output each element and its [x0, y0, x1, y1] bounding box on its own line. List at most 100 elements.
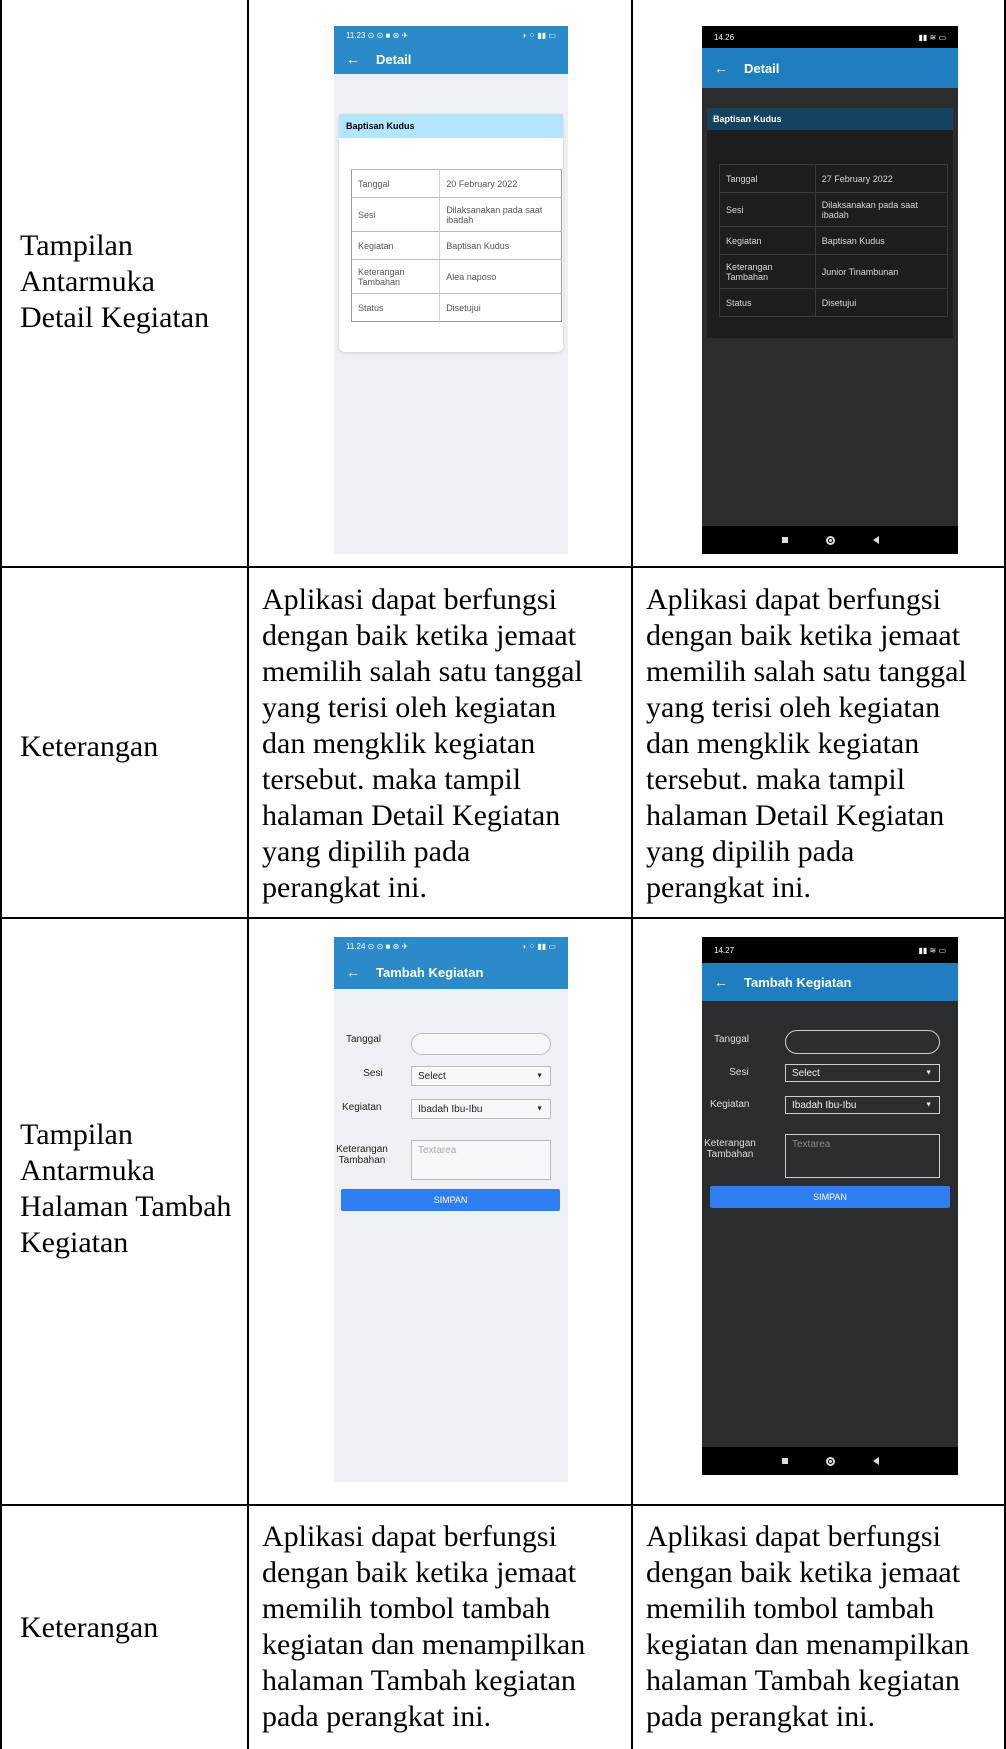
- phone-detail-dark: 14.26 ▮▮ ≋ ▭ ← Detail Baptisan Kudus Tan…: [702, 26, 958, 554]
- detail-table-row: Sesi Dilaksanakan pada saat ibadah: [719, 192, 948, 227]
- detail-value: Junior Tinambunan: [815, 254, 948, 289]
- detail-value: Disetujui: [815, 288, 948, 317]
- detail-table-row: Tanggal 20 February 2022: [351, 169, 562, 198]
- app-bar: ← Detail: [702, 48, 958, 88]
- detail-key: Keterangan Tambahan: [351, 259, 441, 294]
- app-bar-title: Tambah Kegiatan: [376, 964, 484, 980]
- dropdown-caret-icon: ▼: [536, 1072, 543, 1080]
- sesi-select[interactable]: Select ▼: [411, 1066, 551, 1086]
- card-title: Baptisan Kudus: [339, 114, 563, 138]
- app-bar-title: Detail: [376, 51, 412, 67]
- back-arrow-icon[interactable]: ←: [714, 60, 728, 76]
- status-bar: 14.26 ▮▮ ≋ ▭: [702, 26, 958, 48]
- home-icon[interactable]: [825, 1456, 835, 1466]
- phone-form-light: 11.24 ⊙ ⊙ ■ ⊛ ✈ ◑ ⁘ ▮▮ ▭ ← Tambah Kegiat…: [334, 937, 568, 1482]
- description-form-light: Aplikasi dapat berfungsi dengan baik ket…: [262, 1520, 586, 1733]
- row-label-keterangan-2: Keterangan: [20, 1611, 159, 1644]
- detail-table-row: Tanggal 27 February 2022: [719, 164, 948, 193]
- detail-key: Status: [351, 293, 441, 322]
- detail-table-row: Status Disetujui: [351, 293, 562, 322]
- row-divider-3: [0, 1504, 1006, 1506]
- row-label-detail: Tampilan Antarmuka Detail Kegiatan: [20, 229, 210, 334]
- detail-value: Baptisan Kudus: [815, 226, 948, 255]
- home-icon[interactable]: [825, 535, 835, 545]
- back-arrow-icon[interactable]: ←: [346, 51, 360, 67]
- status-bar: 11.24 ⊙ ⊙ ■ ⊛ ✈ ◑ ⁘ ▮▮ ▭: [334, 937, 568, 955]
- detail-table-row: Keterangan Tambahan Junior Tinambunan: [719, 254, 948, 289]
- description-detail-dark: Aplikasi dapat berfungsi dengan baik ket…: [646, 583, 967, 904]
- android-nav-bar: [702, 526, 958, 554]
- detail-card: Baptisan Kudus Tanggal 27 February 2022 Se…: [707, 108, 953, 338]
- table-divider-2: [631, 0, 633, 1749]
- detail-table-row: Sesi Dilaksanakan pada saat ibadah: [351, 197, 562, 232]
- tanggal-input[interactable]: [411, 1033, 551, 1055]
- sesi-label: Sesi: [363, 1068, 383, 1079]
- detail-key: Sesi: [351, 197, 441, 232]
- back-triangle-icon[interactable]: [872, 1457, 879, 1465]
- phone-form-dark: 14.27 ▮▮ ≋ ▭ ← Tambah Kegiatan Tanggal S…: [702, 937, 958, 1475]
- dropdown-caret-icon: ▼: [536, 1105, 543, 1113]
- detail-value: 20 February 2022: [439, 169, 562, 198]
- detail-key: Keterangan Tambahan: [719, 254, 816, 289]
- sesi-label: Sesi: [729, 1067, 749, 1078]
- status-bar: 11.23 ⊙ ⊙ ■ ⊛ ✈ ◑ ⁘ ▮▮ ▭: [334, 26, 568, 44]
- app-bar-title: Detail: [744, 60, 780, 76]
- row-label-keterangan: Keterangan: [20, 730, 159, 763]
- keterangan-textarea[interactable]: Textarea: [785, 1134, 940, 1178]
- description-detail-light: Aplikasi dapat berfungsi dengan baik ket…: [262, 583, 583, 904]
- detail-table-row: Kegiatan Baptisan Kudus: [351, 231, 562, 260]
- tanggal-label: Tanggal: [346, 1034, 382, 1045]
- status-bar: 14.27 ▮▮ ≋ ▭: [702, 937, 958, 963]
- description-form-dark: Aplikasi dapat berfungsi dengan baik ket…: [646, 1520, 970, 1733]
- detail-value: Dilaksanakan pada saat ibadah: [439, 197, 562, 232]
- dropdown-caret-icon: ▼: [925, 1069, 932, 1077]
- dropdown-caret-icon: ▼: [925, 1101, 932, 1109]
- detail-key: Tanggal: [719, 164, 816, 193]
- app-bar: ← Tambah Kegiatan: [702, 963, 958, 1001]
- detail-table: Tanggal 27 February 2022 Sesi Dilaksanakan …: [719, 164, 948, 317]
- row-divider-1: [0, 566, 1006, 568]
- tanggal-input[interactable]: [785, 1030, 940, 1054]
- app-bar: ← Detail: [334, 44, 568, 74]
- kegiatan-select[interactable]: Ibadah Ibu-Ibu ▼: [785, 1096, 940, 1114]
- detail-table: Tanggal 20 February 2022 Sesi Dilaksanakan …: [351, 169, 562, 322]
- sesi-select[interactable]: Select ▼: [785, 1064, 940, 1082]
- kegiatan-select[interactable]: Ibadah Ibu-Ibu ▼: [411, 1099, 551, 1119]
- detail-value: Dilaksanakan pada saat ibadah: [815, 192, 948, 227]
- detail-value: Disetujui: [439, 293, 562, 322]
- row-divider-2: [0, 917, 1006, 919]
- kegiatan-label: Kegiatan: [710, 1099, 750, 1110]
- detail-key: Kegiatan: [719, 226, 816, 255]
- detail-key: Status: [719, 288, 816, 317]
- keterangan-textarea[interactable]: Textarea: [411, 1140, 551, 1180]
- app-bar: ← Tambah Kegiatan: [334, 955, 568, 989]
- detail-value: Alea naposo: [439, 259, 562, 294]
- detail-key: Kegiatan: [351, 231, 441, 260]
- detail-key: Tanggal: [351, 169, 441, 198]
- card-title: Baptisan Kudus: [707, 108, 953, 130]
- simpan-button[interactable]: SIMPAN: [341, 1189, 560, 1211]
- back-arrow-icon[interactable]: ←: [714, 974, 728, 990]
- recents-icon[interactable]: [781, 537, 788, 543]
- detail-key: Sesi: [719, 192, 816, 227]
- detail-table-row: Status Disetujui: [719, 288, 948, 317]
- keterangan-label: Keterangan Tambahan: [704, 1138, 756, 1160]
- recents-icon[interactable]: [781, 1458, 788, 1464]
- kegiatan-label: Kegiatan: [342, 1102, 382, 1113]
- android-nav-bar: [702, 1447, 958, 1475]
- keterangan-label: Keterangan Tambahan: [336, 1144, 388, 1166]
- phone-detail-light: 11.23 ⊙ ⊙ ■ ⊛ ✈ ◑ ⁘ ▮▮ ▭ ← Detail Baptis…: [334, 26, 568, 554]
- simpan-button[interactable]: SIMPAN: [710, 1186, 950, 1208]
- detail-table-row: Kegiatan Baptisan Kudus: [719, 226, 948, 255]
- back-triangle-icon[interactable]: [872, 536, 879, 544]
- detail-value: Baptisan Kudus: [439, 231, 562, 260]
- back-arrow-icon[interactable]: ←: [346, 964, 360, 980]
- table-border-left: [0, 0, 2, 1749]
- table-divider-1: [247, 0, 249, 1749]
- detail-card: Baptisan Kudus Tanggal 20 February 2022 Se…: [339, 114, 563, 352]
- tanggal-label: Tanggal: [714, 1034, 750, 1045]
- row-label-tambah: Tampilan Antarmuka Halaman Tambah Kegiat…: [20, 1118, 232, 1259]
- app-bar-title: Tambah Kegiatan: [744, 974, 852, 990]
- detail-table-row: Keterangan Tambahan Alea naposo: [351, 259, 562, 294]
- detail-value: 27 February 2022: [815, 164, 948, 193]
